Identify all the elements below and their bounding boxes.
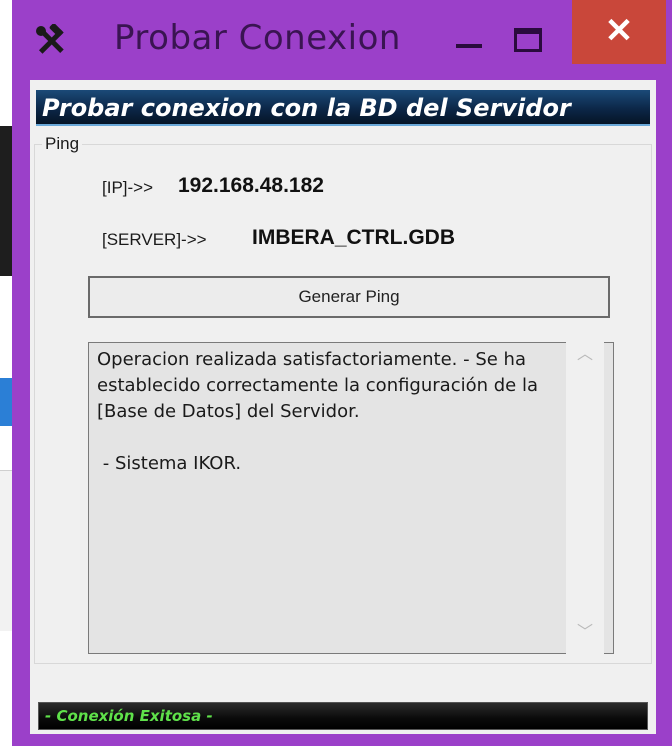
- maximize-icon: [514, 28, 542, 52]
- window-title: Probar Conexion: [114, 18, 401, 58]
- header-banner: Probar conexion con la BD del Servidor: [36, 90, 650, 126]
- probar-conexion-window: Probar Conexion ✕ Probar conexion con la…: [12, 0, 672, 746]
- status-bar: - Conexión Exitosa -: [38, 702, 648, 730]
- result-textarea[interactable]: Operacion realizada satisfactoriamente. …: [88, 342, 614, 654]
- background-window-edge: [0, 126, 12, 276]
- title-bar[interactable]: Probar Conexion ✕: [12, 0, 672, 86]
- tools-icon: [34, 23, 68, 58]
- scroll-down-icon[interactable]: ﹀: [576, 624, 594, 642]
- server-label: [SERVER]->>: [102, 230, 207, 249]
- background-window-edge-light: [0, 470, 12, 631]
- ip-label: [IP]->>: [102, 178, 154, 197]
- server-value: IMBERA_CTRL.GDB: [252, 226, 455, 249]
- group-legend: Ping: [42, 134, 83, 154]
- generar-ping-button[interactable]: Generar Ping: [88, 276, 610, 318]
- result-scrollbar[interactable]: ︿ ﹀: [566, 342, 604, 654]
- background-window-edge-blue: [0, 378, 12, 426]
- window-client-area: Probar conexion con la BD del Servidor P…: [30, 80, 656, 734]
- ip-value: 192.168.48.182: [178, 174, 324, 197]
- scroll-up-icon[interactable]: ︿: [576, 346, 594, 364]
- minimize-button[interactable]: [444, 22, 492, 62]
- result-text: Operacion realizada satisfactoriamente. …: [97, 349, 538, 474]
- close-button[interactable]: ✕: [572, 0, 666, 64]
- maximize-button[interactable]: [506, 22, 554, 62]
